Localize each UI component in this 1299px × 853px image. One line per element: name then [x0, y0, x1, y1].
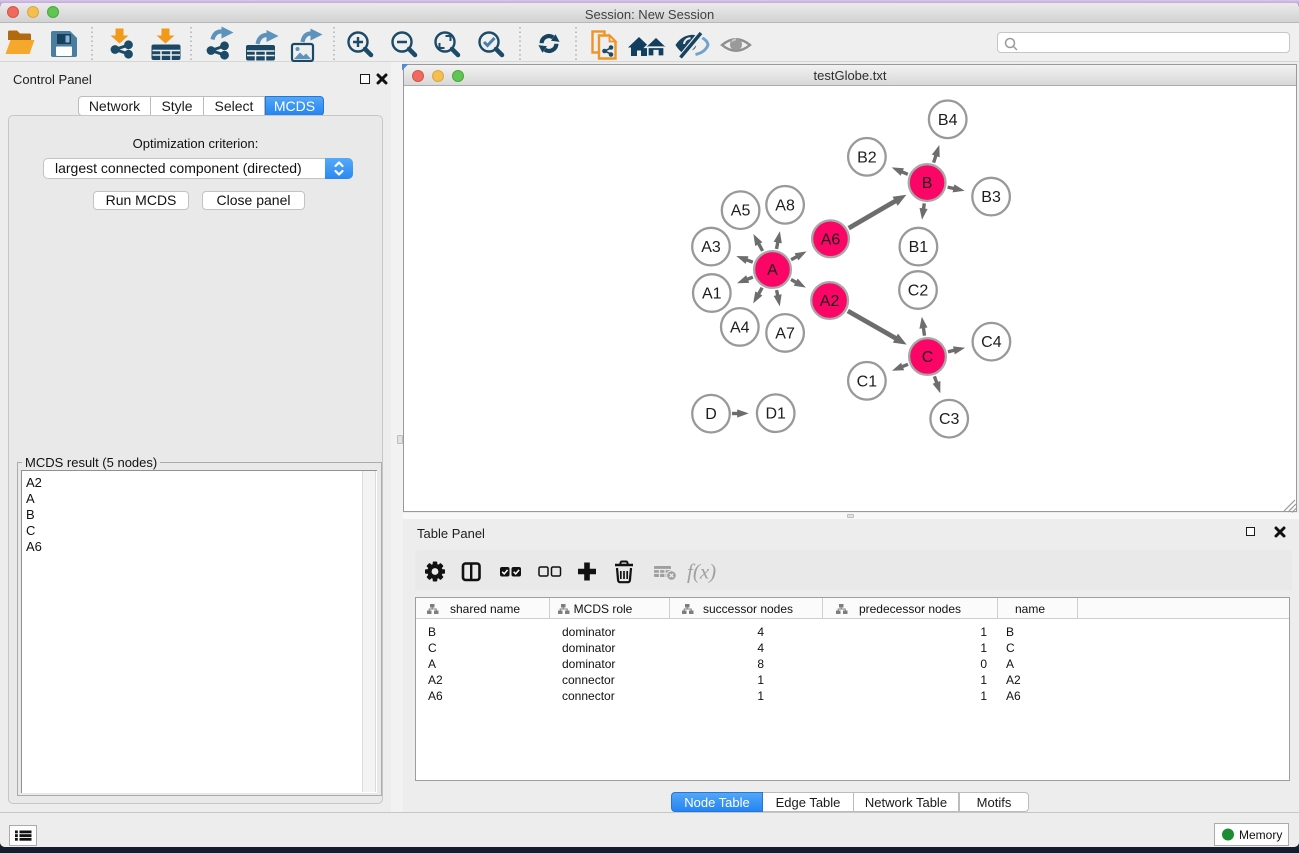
svg-text:successor nodes: successor nodes	[703, 602, 793, 616]
svg-text:A: A	[767, 262, 778, 279]
svg-text:B1: B1	[909, 239, 929, 256]
svg-text:1: 1	[980, 641, 987, 655]
svg-text:C: C	[922, 349, 934, 366]
svg-text:1: 1	[980, 689, 987, 703]
svg-text:dominator: dominator	[562, 641, 615, 655]
svg-text:0: 0	[980, 657, 987, 671]
svg-text:A: A	[1006, 657, 1014, 671]
svg-text:A2: A2	[1006, 673, 1021, 687]
svg-text:1: 1	[757, 689, 764, 703]
svg-text:A1: A1	[702, 286, 722, 303]
svg-text:B: B	[922, 175, 933, 192]
svg-text:dominator: dominator	[562, 657, 615, 671]
svg-text:1: 1	[980, 625, 987, 639]
svg-text:1: 1	[980, 673, 987, 687]
svg-text:C4: C4	[981, 334, 1002, 351]
svg-text:predecessor nodes: predecessor nodes	[859, 602, 961, 616]
svg-text:C2: C2	[908, 283, 929, 300]
svg-text:D: D	[705, 406, 717, 423]
svg-text:A6: A6	[821, 231, 841, 248]
svg-text:B: B	[428, 625, 436, 639]
svg-text:B4: B4	[938, 112, 958, 129]
svg-text:dominator: dominator	[562, 625, 615, 639]
svg-text:name: name	[1015, 602, 1045, 616]
svg-text:C: C	[428, 641, 437, 655]
svg-text:A5: A5	[731, 203, 751, 220]
svg-text:A3: A3	[701, 239, 721, 256]
svg-text:MCDS role: MCDS role	[574, 602, 633, 616]
svg-text:A2: A2	[428, 673, 443, 687]
svg-text:A4: A4	[730, 319, 750, 336]
svg-text:B: B	[1006, 625, 1014, 639]
svg-text:B2: B2	[857, 149, 877, 166]
svg-text:f(x): f(x)	[687, 560, 716, 584]
svg-text:8: 8	[757, 657, 764, 671]
svg-text:connector: connector	[562, 689, 615, 703]
svg-text:D1: D1	[765, 406, 786, 423]
svg-text:A6: A6	[1006, 689, 1021, 703]
svg-text:4: 4	[757, 641, 764, 655]
svg-text:A: A	[428, 657, 436, 671]
svg-text:A8: A8	[775, 197, 795, 214]
svg-text:C3: C3	[939, 411, 960, 428]
svg-text:A2: A2	[820, 293, 840, 310]
svg-text:shared name: shared name	[450, 602, 520, 616]
svg-text:C: C	[1006, 641, 1015, 655]
svg-text:4: 4	[757, 625, 764, 639]
svg-text:A7: A7	[775, 325, 795, 342]
svg-text:Memory: Memory	[1239, 828, 1282, 842]
svg-text:B3: B3	[981, 189, 1001, 206]
svg-text:C1: C1	[857, 373, 878, 390]
svg-text:A6: A6	[428, 689, 443, 703]
svg-text:1: 1	[757, 673, 764, 687]
svg-text:connector: connector	[562, 673, 615, 687]
